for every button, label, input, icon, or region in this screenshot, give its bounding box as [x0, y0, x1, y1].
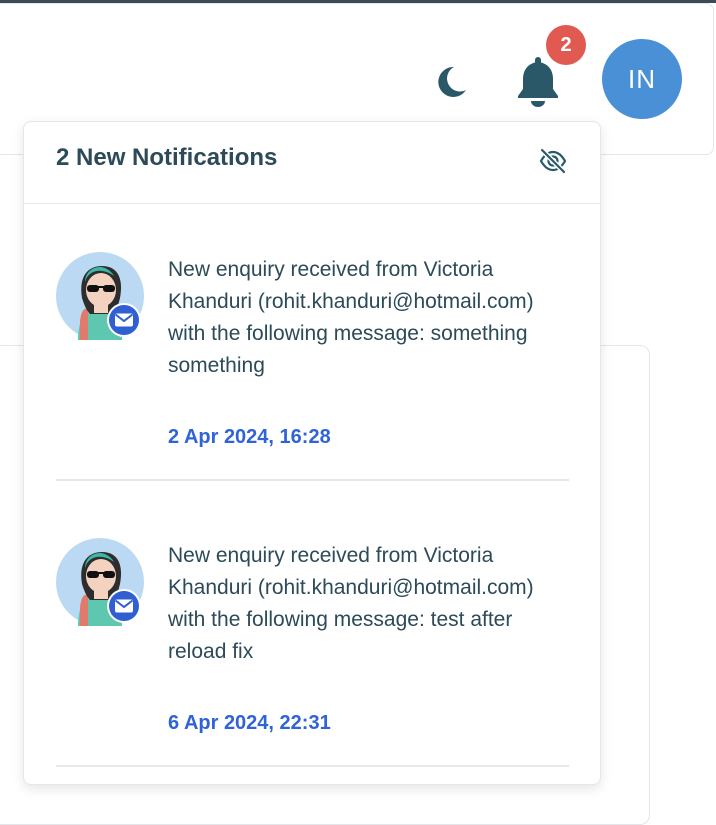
- bell-icon[interactable]: [514, 55, 562, 107]
- eye-off-icon[interactable]: [538, 146, 568, 176]
- notifications-panel: 2 New Notifications New enquiry received…: [23, 121, 601, 785]
- mail-icon: [107, 303, 141, 337]
- notification-message: New enquiry received from Victoria Khand…: [168, 258, 534, 377]
- divider: [56, 765, 569, 767]
- notification-count-badge: 2: [546, 25, 586, 65]
- notifications-panel-title: 2 New Notifications: [56, 144, 278, 171]
- notification-item[interactable]: New enquiry received from Victoria Khand…: [56, 538, 569, 767]
- notification-timestamp: 2 Apr 2024, 16:28: [168, 426, 331, 448]
- notifications-panel-header: 2 New Notifications: [24, 122, 600, 204]
- mail-icon: [107, 589, 141, 623]
- notification-timestamp: 6 Apr 2024, 22:31: [168, 712, 331, 734]
- notification-item[interactable]: New enquiry received from Victoria Khand…: [56, 252, 569, 481]
- moon-icon[interactable]: [432, 64, 468, 100]
- notification-message: New enquiry received from Victoria Khand…: [168, 544, 534, 663]
- divider: [56, 479, 569, 481]
- user-avatar[interactable]: IN: [602, 39, 682, 119]
